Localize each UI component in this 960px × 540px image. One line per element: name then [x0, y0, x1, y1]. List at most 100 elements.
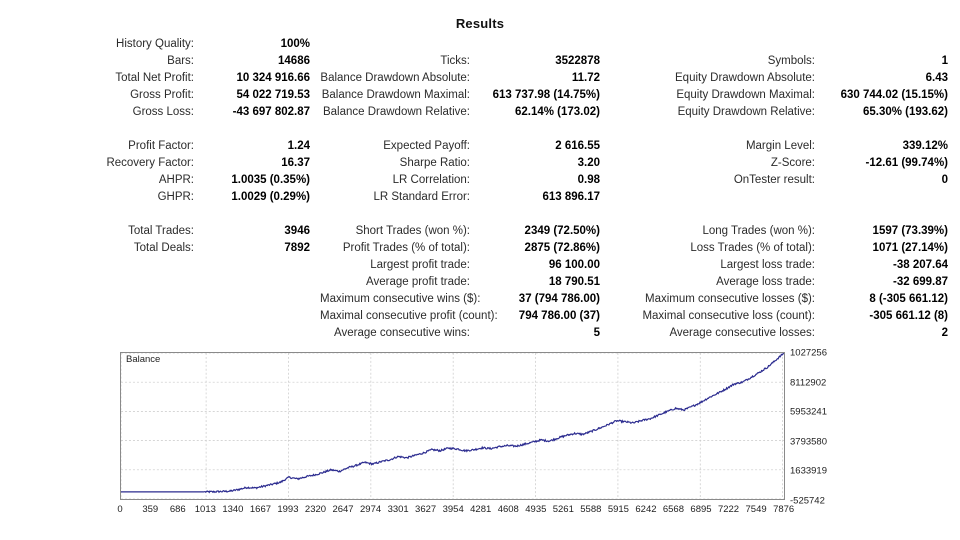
stat-label: Equity Drawdown Relative:: [677, 106, 815, 118]
chart-x-tick-label: 7222: [717, 504, 740, 515]
chart-x-tick-label: 7876: [773, 504, 795, 515]
stat-row: Maximum consecutive wins ($): 37 (794 786…: [320, 291, 610, 308]
stat-row: Equity Drawdown Relative: 65.30% (193.62): [610, 104, 960, 121]
stat-value: -43 697 802.87: [232, 106, 310, 118]
stat-label: Bars:: [167, 55, 194, 67]
stat-label: Gross Loss:: [132, 106, 194, 118]
stat-row: Total Trades: 3946: [0, 223, 320, 240]
stat-spacer: [610, 36, 960, 53]
stat-row: Average consecutive losses: 2: [610, 325, 960, 342]
stat-value: 1.0035 (0.35%): [231, 174, 310, 186]
stat-row: Balance Drawdown Maximal: 613 737.98 (14.…: [320, 87, 610, 104]
stat-row: Profit Factor: 1.24: [0, 138, 320, 155]
stat-row: Margin Level: 339.12%: [610, 138, 960, 155]
stat-value: 2875 (72.86%): [524, 242, 600, 254]
stat-label: Ticks:: [440, 55, 470, 67]
stat-value: 3.20: [577, 157, 600, 169]
stat-spacer: [610, 206, 960, 223]
stat-value: 100%: [280, 38, 310, 50]
chart-x-tick-label: 5915: [607, 504, 629, 515]
stat-value: 54 022 719.53: [236, 89, 310, 101]
stat-value: 339.12%: [902, 140, 948, 152]
stat-label: Maximal consecutive loss (count):: [642, 310, 815, 322]
chart-x-tick-label: 2647: [332, 504, 354, 515]
stat-value: 1071 (27.14%): [872, 242, 948, 254]
stat-label: Equity Drawdown Maximal:: [676, 89, 815, 101]
stat-row: OnTester result: 0: [610, 172, 960, 189]
stat-row: Equity Drawdown Absolute: 6.43: [610, 70, 960, 87]
stat-row: Balance Drawdown Absolute: 11.72: [320, 70, 610, 87]
stat-spacer: [320, 206, 610, 223]
stat-value: 2 616.55: [555, 140, 600, 152]
stat-value: 8 (-305 661.12): [869, 293, 948, 305]
stat-label: Largest profit trade:: [370, 259, 470, 271]
chart-x-tick-label: 1340: [222, 504, 244, 515]
stat-row: Equity Drawdown Maximal: 630 744.02 (15.1…: [610, 87, 960, 104]
stat-label: Average profit trade:: [366, 276, 470, 288]
chart-x-tick-label: 0: [117, 504, 123, 515]
chart-x-tick-label: 4935: [525, 504, 547, 515]
chart-x-tick-label: 7549: [745, 504, 767, 515]
stat-row: GHPR: 1.0029 (0.29%): [0, 189, 320, 206]
chart-plot-area: Balance: [120, 352, 785, 500]
stat-row: Recovery Factor: 16.37: [0, 155, 320, 172]
stat-row: LR Correlation: 0.98: [320, 172, 610, 189]
stat-label: Expected Payoff:: [383, 140, 470, 152]
chart-x-tick-label: 2974: [360, 504, 382, 515]
stat-label: Maximum consecutive wins ($):: [320, 293, 481, 305]
stat-label: Short Trades (won %):: [355, 225, 470, 237]
stat-row: Symbols: 1: [610, 53, 960, 70]
stat-value: 1597 (73.39%): [872, 225, 948, 237]
stat-value: 1.0029 (0.29%): [231, 191, 310, 203]
stat-spacer: [320, 36, 610, 53]
chart-x-tick-label: 686: [169, 504, 186, 515]
stat-value: 37 (794 786.00): [518, 293, 600, 305]
chart-x-tick-label: 5588: [580, 504, 602, 515]
stat-row: Average consecutive wins: 5: [320, 325, 610, 342]
stat-row: Bars: 14686: [0, 53, 320, 70]
stat-label: Balance Drawdown Maximal:: [321, 89, 470, 101]
chart-y-tick-label: -525742: [790, 495, 825, 507]
stat-value: 2: [941, 327, 948, 339]
chart-y-tick-label: 3793580: [790, 436, 827, 448]
stat-row: Maximum consecutive losses ($): 8 (-305 6…: [610, 291, 960, 308]
stat-label: Z-Score:: [770, 157, 815, 169]
stat-row: Gross Loss: -43 697 802.87: [0, 104, 320, 121]
stat-label: Total Net Profit:: [115, 72, 194, 84]
chart-x-tick-label: 4608: [497, 504, 519, 515]
stat-row: Expected Payoff: 2 616.55: [320, 138, 610, 155]
stat-label: History Quality:: [116, 38, 194, 50]
stat-value: 65.30% (193.62): [862, 106, 948, 118]
chart-x-tick-label: 6242: [635, 504, 657, 515]
stat-label: Equity Drawdown Absolute:: [675, 72, 815, 84]
stat-row: Ticks: 3522878: [320, 53, 610, 70]
stat-row: Maximal consecutive profit (count): 794 7…: [320, 308, 610, 325]
stat-value: 2349 (72.50%): [524, 225, 600, 237]
stat-value: -12.61 (99.74%): [865, 157, 948, 169]
stat-row: Total Deals: 7892: [0, 240, 320, 257]
stat-value: 16.37: [281, 157, 310, 169]
stat-row: Short Trades (won %): 2349 (72.50%): [320, 223, 610, 240]
stat-row: Average loss trade: -32 699.87: [610, 274, 960, 291]
stat-value: -305 661.12 (8): [869, 310, 948, 322]
stat-label: Loss Trades (% of total):: [690, 242, 815, 254]
stat-value: 613 737.98 (14.75%): [492, 89, 600, 101]
chart-x-tick-label: 1667: [249, 504, 272, 515]
chart-x-tick-label: 6895: [690, 504, 712, 515]
stat-row: History Quality: 100%: [0, 36, 320, 53]
stat-label: Total Trades:: [128, 225, 194, 237]
stat-row: Long Trades (won %): 1597 (73.39%): [610, 223, 960, 240]
chart-y-axis: 1027256 8112902 5953241 3793580 1633919 -5257…: [790, 348, 880, 507]
stat-spacer: [610, 121, 960, 138]
stat-row: Sharpe Ratio: 3.20: [320, 155, 610, 172]
stat-value: 62.14% (173.02): [514, 106, 600, 118]
stat-row: Total Net Profit: 10 324 916.66: [0, 70, 320, 87]
chart-y-tick-label: 8112902: [790, 377, 827, 389]
chart-x-tick-label: 3301: [387, 504, 409, 515]
stats-column-right: Symbols: 1 Equity Drawdown Absolute: 6.43 Eq…: [610, 36, 960, 342]
stat-label: LR Standard Error:: [373, 191, 470, 203]
stat-spacer: [320, 121, 610, 138]
chart-legend-balance: Balance: [124, 354, 163, 365]
stats-column-middle: Ticks: 3522878 Balance Drawdown Absolute: 1…: [320, 36, 610, 342]
stat-spacer: [0, 206, 320, 223]
